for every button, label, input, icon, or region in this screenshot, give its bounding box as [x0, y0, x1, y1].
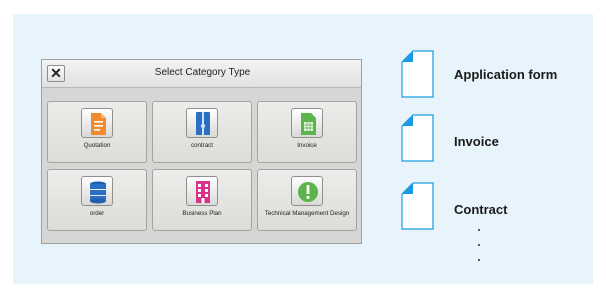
invoice-icon: [291, 108, 323, 138]
dialog-header: ✕ Select Category Type: [42, 60, 361, 88]
ellipsis-dot: [478, 229, 480, 231]
ellipsis-dot: [478, 259, 480, 261]
document-icon: [401, 50, 435, 98]
tile-label: Invoice: [297, 142, 317, 149]
dialog-title: Select Category Type: [154, 67, 251, 78]
tile-label: contract: [190, 142, 213, 149]
ellipsis-dot: [478, 244, 480, 246]
document-icon: [401, 182, 435, 230]
tile-contract[interactable]: contract: [152, 101, 252, 163]
tile-business-plan[interactable]: Business Plan: [152, 169, 252, 231]
business-plan-icon: [186, 176, 218, 206]
technical-icon: [291, 176, 323, 206]
tile-order[interactable]: order: [47, 169, 147, 231]
contract-icon: [186, 108, 218, 138]
tile-technical-management-design[interactable]: Technical Management Design: [257, 169, 357, 231]
legend-label: Invoice: [454, 134, 499, 149]
tile-invoice[interactable]: Invoice: [257, 101, 357, 163]
legend-label: Contract: [454, 202, 508, 217]
tile-label: Business Plan: [182, 210, 222, 217]
quotation-icon: [81, 108, 113, 138]
tile-label: order: [89, 210, 105, 217]
legend-label: Application form: [454, 67, 558, 82]
order-icon: [81, 176, 113, 206]
tile-label: Technical Management Design: [264, 210, 350, 217]
document-icon: [401, 114, 435, 162]
tile-label: Quotation: [83, 142, 111, 149]
category-dialog: ✕ Select Category Type Quotation contrac…: [41, 59, 362, 244]
tile-quotation[interactable]: Quotation: [47, 101, 147, 163]
